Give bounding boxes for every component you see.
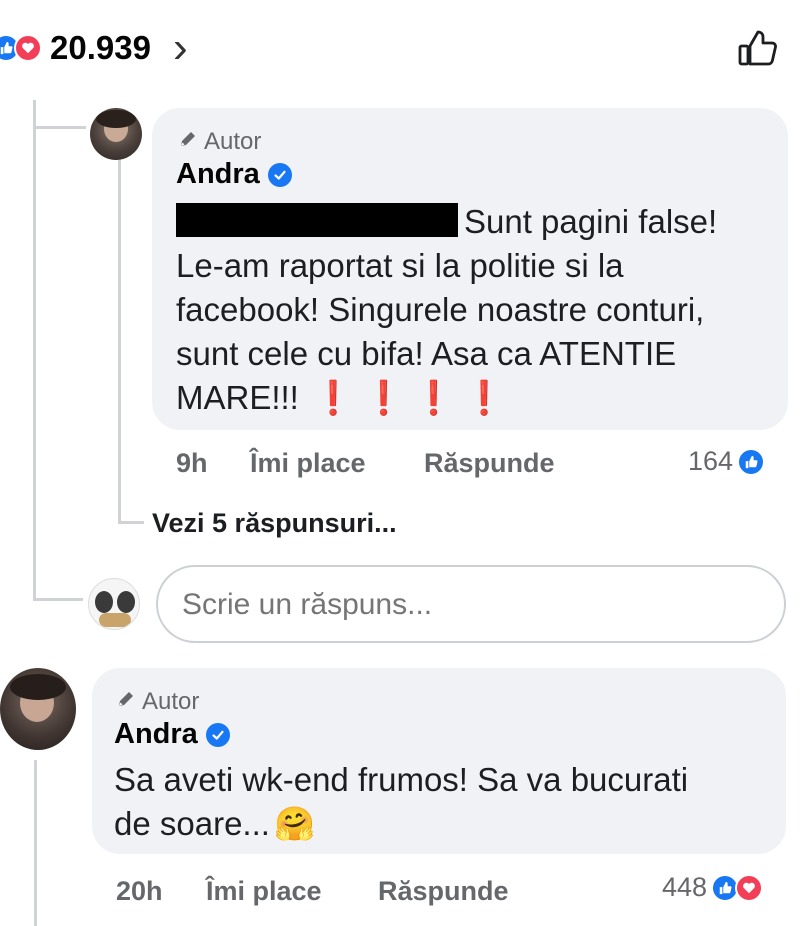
like-outline-icon[interactable] [736, 26, 780, 70]
thread-line [33, 598, 83, 601]
reactions-summary[interactable]: 20.939 › [0, 26, 188, 70]
verified-badge-icon [205, 722, 230, 747]
avatar[interactable] [0, 668, 76, 750]
thread-line [36, 126, 86, 129]
comment-reaction-count: 448 [662, 872, 708, 902]
like-reaction-icon [737, 447, 766, 476]
author-tag-label: Autor [142, 688, 200, 715]
love-reaction-icon [735, 873, 764, 902]
reply-input[interactable] [180, 585, 744, 625]
author-name-label[interactable]: Andra [114, 718, 198, 751]
thread-line [33, 100, 36, 600]
comment-reactions[interactable]: 448 [662, 872, 764, 903]
love-reaction-icon [14, 34, 42, 62]
avatar[interactable] [90, 108, 142, 160]
reaction-count: 20.939 [50, 29, 151, 66]
hugging-face-emoji-icon: 🤗 [273, 805, 316, 842]
comment-text-line: sunt cele cu bifa! Asa ca ATENTIE [176, 335, 677, 372]
comment-time[interactable]: 20h [116, 876, 163, 907]
view-replies-link[interactable]: Vezi 5 răspunsuri... [152, 508, 397, 539]
reply-button[interactable]: Răspunde [424, 448, 555, 479]
comment-text: Sunt pagini false! Le-am raportat si la … [176, 200, 776, 420]
comment-text-line: de soare... [114, 805, 270, 842]
comment-text-line: Sunt pagini false! [464, 203, 718, 240]
author-tag: Autor [116, 688, 199, 716]
avatar[interactable] [88, 578, 140, 630]
redacted-block [176, 203, 458, 237]
chevron-right-icon[interactable]: › [173, 26, 188, 70]
comment-time[interactable]: 9h [176, 448, 208, 479]
exclamation-emoji-icons: ❗ ❗ ❗ ❗ [312, 379, 505, 416]
thread-line [118, 521, 144, 524]
comment-reaction-count: 164 [688, 446, 734, 476]
comment-reactions[interactable]: 164 [688, 446, 766, 477]
comment-text-line: Sa aveti wk-end frumos! Sa va bucurati [114, 761, 689, 798]
comment-text-line: facebook! Singurele noastre conturi, [176, 291, 705, 328]
like-button[interactable]: Îmi place [206, 876, 322, 907]
author-name[interactable]: Andra [176, 158, 292, 191]
author-name[interactable]: Andra [114, 718, 230, 751]
like-button[interactable]: Îmi place [250, 448, 366, 479]
thread-line [118, 160, 121, 524]
comment-text-line: Le-am raportat si la politie si la [176, 247, 624, 284]
thread-line [34, 760, 37, 926]
author-name-label[interactable]: Andra [176, 158, 260, 191]
pencil-icon [116, 688, 136, 716]
author-tag-label: Autor [204, 128, 262, 155]
author-tag: Autor [178, 128, 261, 156]
verified-badge-icon [267, 162, 292, 187]
comment-text-line: MARE!!! [176, 379, 299, 416]
pencil-icon [178, 128, 198, 156]
comment-text: Sa aveti wk-end frumos! Sa va bucurati d… [114, 758, 774, 846]
reply-button[interactable]: Răspunde [378, 876, 509, 907]
reply-input-field[interactable] [156, 565, 786, 643]
